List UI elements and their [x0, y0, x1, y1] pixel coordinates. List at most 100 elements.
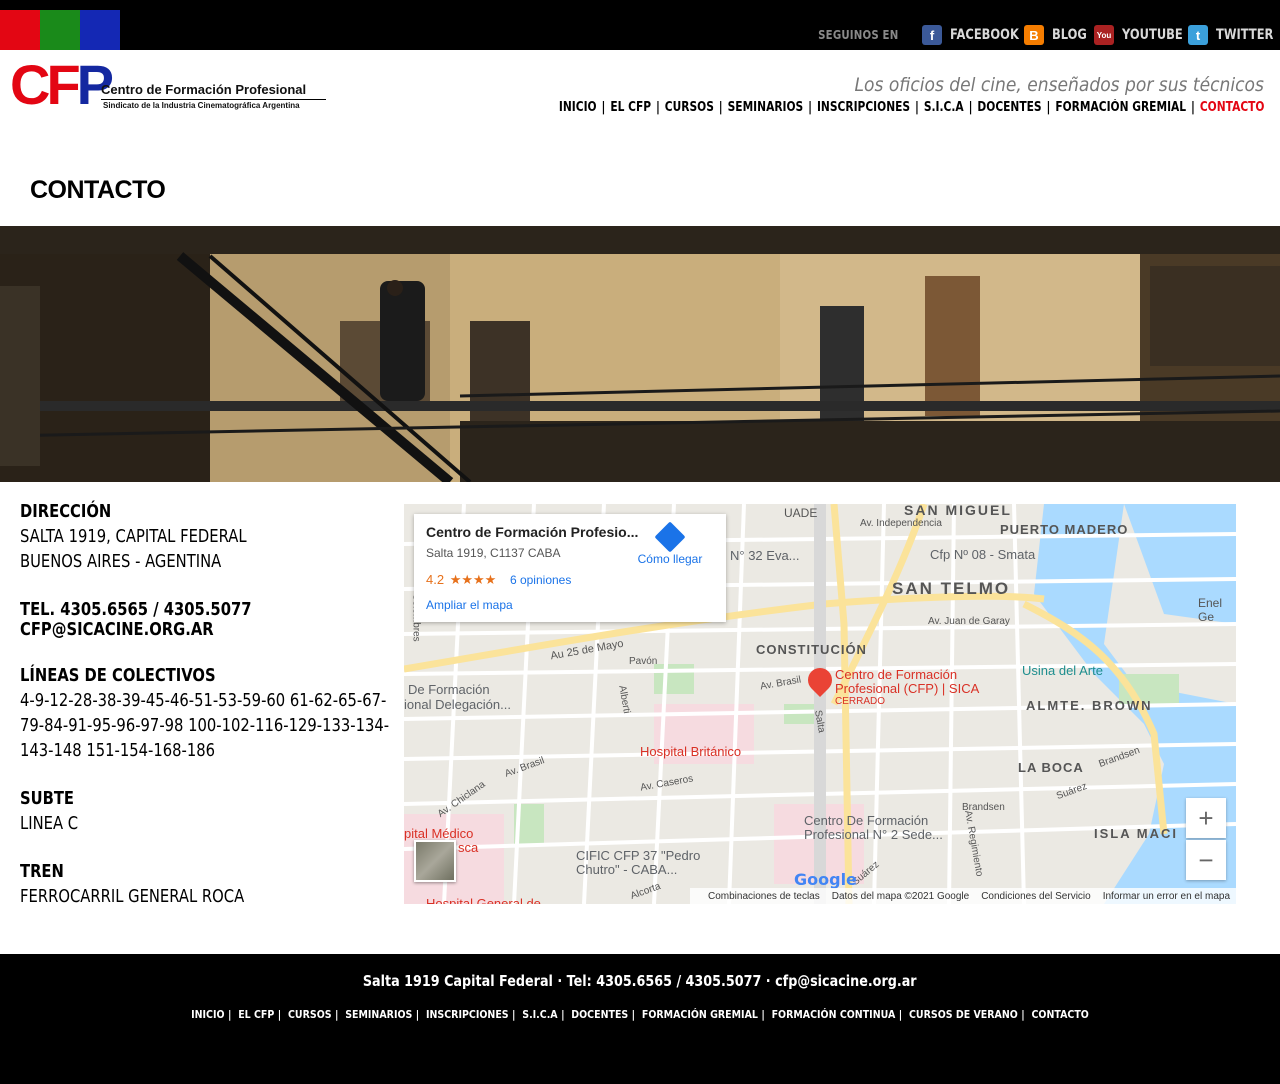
map-label-hospital-britanico: Hospital Británico [640, 744, 742, 759]
twitter-link[interactable]: t TWITTER [1188, 25, 1274, 45]
map-data-text: Datos del mapa ©2021 Google [831, 890, 970, 902]
zoom-in-button[interactable]: + [1186, 798, 1226, 838]
reviews-link[interactable]: 6 opiniones [510, 573, 571, 587]
map-label-deleg-1: De Formación [408, 682, 490, 697]
map-label-usina: Usina del Arte [1022, 663, 1103, 678]
facebook-icon: f [922, 25, 942, 45]
social-links: SEGUINOS EN f FACEBOOK B BLOG You YOUTUB… [804, 24, 1274, 46]
map-place-status: CERRADO [835, 696, 886, 707]
google-logo: Google [794, 870, 857, 889]
address-heading: DIRECCIÓN [20, 501, 112, 522]
nav-el-cfp[interactable]: EL CFP [610, 100, 651, 115]
youtube-link[interactable]: You YOUTUBE [1094, 25, 1183, 45]
email-text[interactable]: CFP@SICACINE.ORG.AR [20, 620, 252, 640]
footer-nav-cursos[interactable]: CURSOS [288, 1008, 332, 1021]
nav-contacto[interactable]: CONTACTO [1199, 100, 1264, 115]
report-error-link[interactable]: Informar un error en el mapa [1103, 891, 1230, 902]
map-label-puerto-madero: PUERTO MADERO [1000, 522, 1129, 537]
bus-lines-3: 143-148 151-154-168-186 [20, 740, 216, 761]
map-label-hosp-general: Hospital General de [426, 896, 541, 904]
map-label-pavon: Pavón [629, 656, 658, 667]
subte-heading: SUBTE [20, 788, 75, 809]
rating-value: 4.2 [426, 572, 445, 587]
footer: Salta 1919 Capital Federal · Tel: 4305.6… [0, 954, 1280, 1084]
terms-link[interactable]: Condiciones del Servicio [981, 891, 1091, 902]
main-nav: INICIO | EL CFP | CURSOS | SEMINARIOS | INSC… [558, 100, 1264, 115]
map-place-name-2: Profesional (CFP) | SICA [835, 681, 980, 696]
map-label-av-independencia: Av. Independencia [860, 518, 942, 529]
map-label-hosp-medico: pital Médico [404, 826, 474, 841]
place-card: Centro de Formación Profesio... Salta 19… [414, 514, 726, 622]
nav-sica[interactable]: S.I.C.A [923, 100, 963, 115]
bus-lines-1: 4-9-12-28-38-39-45-46-51-53-59-60 61-62-… [20, 690, 387, 711]
nav-formacion-gremial[interactable]: FORMACIÓN GREMIAL [1055, 100, 1186, 115]
footer-nav-el-cfp[interactable]: EL CFP [238, 1008, 274, 1021]
map-label-san-miguel: SAN MIGUEL [904, 504, 1012, 518]
tagline: Los oficios del cine, enseñados por sus … [854, 74, 1264, 96]
nav-docentes[interactable]: DOCENTES [977, 100, 1041, 115]
follow-label: SEGUINOS EN [817, 28, 898, 42]
tren-heading: TREN [20, 861, 64, 882]
place-card-rating: 4.2 ★★★★ 6 opiniones [426, 572, 714, 588]
color-block-green [40, 10, 80, 50]
map-label-cfp2-2: Profesional N° 2 Sede... [804, 827, 943, 842]
rating-stars-icon: ★★★★ [449, 572, 497, 587]
footer-contact: Salta 1919 Capital Federal · Tel: 4305.6… [363, 972, 917, 990]
bus-lines-2: 79-84-91-95-96-97-98 100-102-116-129-133… [20, 715, 390, 736]
keyboard-shortcuts-link[interactable]: Combinaciones de teclas [708, 891, 820, 902]
logo-letters: CFP [10, 53, 114, 116]
directions-icon [654, 521, 686, 553]
map-label-cfp32: N° 32 Eva... [730, 548, 800, 563]
map-label-constitucion: CONSTITUCIÓN [756, 642, 867, 657]
youtube-icon: You [1094, 25, 1114, 45]
directions-label: Cómo llegar [637, 552, 703, 566]
map-label-la-boca: LA BOCA [1018, 760, 1084, 775]
map-label-cfp2-1: Centro De Formación [804, 813, 929, 828]
logo-name: Centro de Formación Profesional [101, 82, 307, 97]
google-map[interactable]: SAN MIGUEL PUERTO MADERO SAN TELMO CONST… [404, 504, 1236, 904]
bus-heading: LÍNEAS DE COLECTIVOS [20, 665, 216, 686]
bus-block: LÍNEAS DE COLECTIVOS 4-9-12-28-38-39-45-… [20, 666, 470, 763]
footer-nav-formacion-continua[interactable]: FORMACIÓN CONTINUA [772, 1008, 896, 1021]
subte-line: LINEA C [20, 813, 79, 834]
map-label-enel: Enel Ge [1198, 596, 1223, 624]
youtube-label: YOUTUBE [1122, 27, 1183, 43]
footer-nav-sica[interactable]: S.I.C.A [522, 1008, 557, 1021]
hero-illustration [0, 226, 1280, 482]
map-label-almte-brown: ALMTE. BROWN [1026, 698, 1153, 713]
enlarge-map-link[interactable]: Ampliar el mapa [426, 598, 714, 612]
map-label-isla-maciel: ISLA MACI [1094, 826, 1178, 841]
nav-cursos[interactable]: CURSOS [664, 100, 713, 115]
twitter-label: TWITTER [1216, 27, 1274, 43]
footer-nav-cursos-verano[interactable]: CURSOS DE VERANO [909, 1008, 1018, 1021]
top-bar: SEGUINOS EN f FACEBOOK B BLOG You YOUTUB… [0, 0, 1280, 50]
color-block-blue [80, 10, 120, 50]
site-logo[interactable]: CFP Centro de Formación Profesional Sind… [10, 53, 330, 116]
nav-inicio[interactable]: INICIO [558, 100, 596, 115]
footer-nav-inicio[interactable]: INICIO [191, 1008, 224, 1021]
zoom-out-button[interactable]: − [1186, 840, 1226, 880]
nav-inscripciones[interactable]: INSCRIPCIONES [816, 100, 909, 115]
satellite-toggle[interactable] [414, 840, 456, 882]
nav-seminarios[interactable]: SEMINARIOS [727, 100, 803, 115]
map-label-cific-2: Chutro" - CABA... [576, 862, 678, 877]
facebook-link[interactable]: f FACEBOOK [922, 25, 1019, 45]
blog-label: BLOG [1052, 27, 1087, 43]
map-label-cific-1: CIFIC CFP 37 "Pedro [576, 848, 701, 863]
directions-button[interactable]: Cómo llegar [630, 521, 710, 566]
page-title: CONTACTO [30, 176, 166, 204]
twitter-icon: t [1188, 25, 1208, 45]
color-strip [0, 10, 120, 50]
footer-nav-contacto[interactable]: CONTACTO [1031, 1008, 1088, 1021]
map-label-hosp-medico-2: sca [458, 840, 479, 855]
address-line-1: SALTA 1919, CAPITAL FEDERAL [20, 526, 247, 547]
footer-nav-seminarios[interactable]: SEMINARIOS [345, 1008, 412, 1021]
footer-nav-formacion-gremial[interactable]: FORMACIÓN GREMIAL [642, 1008, 758, 1021]
footer-nav-inscripciones[interactable]: INSCRIPCIONES [426, 1008, 509, 1021]
map-label-uade: UADE [784, 506, 818, 520]
address-block: DIRECCIÓN SALTA 1919, CAPITAL FEDERAL BU… [20, 502, 296, 574]
footer-nav-docentes[interactable]: DOCENTES [571, 1008, 628, 1021]
blog-link[interactable]: B BLOG [1024, 25, 1087, 45]
facebook-label: FACEBOOK [950, 27, 1019, 43]
subte-block: SUBTE LINEA C [20, 789, 91, 836]
